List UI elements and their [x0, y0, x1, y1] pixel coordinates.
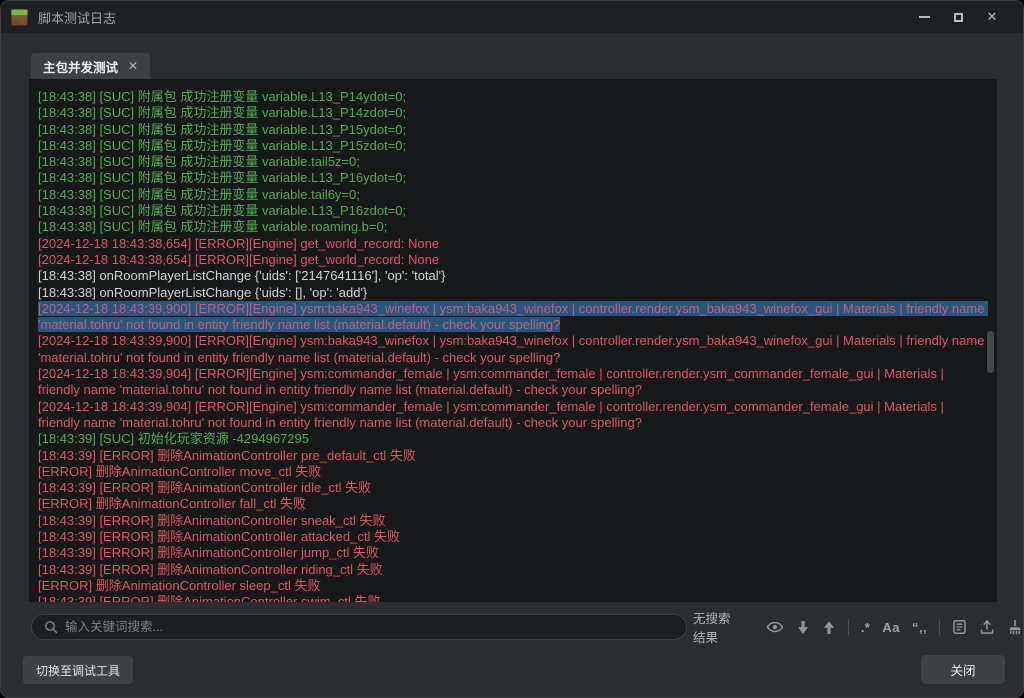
search-row: 无搜索结果 .* Aa “,, — [1, 607, 1023, 647]
log-line-text: [18:43:38] [SUC] 附属包 成功注册变量 variable.L13… — [38, 138, 406, 153]
tab-main-package-test[interactable]: 主包并发测试 ✕ — [31, 53, 150, 79]
eye-icon[interactable] — [766, 620, 784, 634]
log-line-text: [18:43:39] [ERROR] 删除AnimationController… — [38, 513, 386, 528]
close-dialog-button[interactable]: 关闭 — [921, 655, 1005, 684]
log-line-text: [2024-12-18 18:43:39,900] [ERROR][Engine… — [38, 301, 988, 332]
scrollbar-thumb[interactable] — [987, 331, 994, 373]
maximize-icon — [954, 13, 963, 22]
match-case-toggle[interactable]: Aa — [882, 620, 900, 635]
log-line[interactable]: [ERROR] 删除AnimationController fall_ctl 失… — [38, 496, 987, 512]
search-box[interactable] — [31, 614, 687, 640]
log-line[interactable]: [18:43:39] [ERROR] 删除AnimationController… — [38, 480, 987, 496]
close-icon: ✕ — [987, 9, 998, 25]
export-log-icon[interactable] — [979, 619, 995, 635]
search-icon — [44, 620, 58, 634]
minimize-icon — [919, 16, 930, 18]
log-line[interactable]: [18:43:38] [SUC] 附属包 成功注册变量 variable.L13… — [38, 122, 987, 138]
log-line[interactable]: [18:43:38] [SUC] 附属包 成功注册变量 variable.L13… — [38, 89, 987, 105]
tab-close-icon[interactable]: ✕ — [128, 59, 138, 73]
log-line[interactable]: [18:43:38] onRoomPlayerListChange {'uids… — [38, 268, 987, 284]
log-line-text: [2024-12-18 18:43:38,654] [ERROR][Engine… — [38, 236, 439, 251]
log-line-text: [18:43:39] [SUC] 初始化玩家资源 -4294967295 — [38, 431, 309, 446]
log-line[interactable]: [18:43:38] [SUC] 附属包 成功注册变量 variable.tai… — [38, 187, 987, 203]
window-controls: ✕ — [907, 3, 1009, 31]
log-line[interactable]: [2024-12-18 18:43:39,904] [ERROR][Engine… — [38, 366, 987, 399]
log-line[interactable]: [ERROR] 删除AnimationController move_ctl 失… — [38, 464, 987, 480]
log-line-text: [2024-12-18 18:43:39,904] [ERROR][Engine… — [38, 366, 948, 397]
log-line[interactable]: [18:43:38] [SUC] 附属包 成功注册变量 variable.tai… — [38, 154, 987, 170]
log-line-text: [18:43:39] [ERROR] 删除AnimationController… — [38, 545, 379, 560]
log-line-selected[interactable]: [2024-12-18 18:43:39,900] [ERROR][Engine… — [38, 301, 987, 334]
log-line-text: [18:43:38] [SUC] 附属包 成功注册变量 variable.L13… — [38, 122, 406, 137]
clear-log-broom-icon[interactable] — [1007, 619, 1023, 635]
log-line-text: [ERROR] 删除AnimationController move_ctl 失… — [38, 464, 321, 479]
log-line-text: [ERROR] 删除AnimationController fall_ctl 失… — [38, 496, 306, 511]
log-line-text: [2024-12-18 18:43:38,654] [ERROR][Engine… — [38, 252, 439, 267]
log-line[interactable]: [18:43:39] [ERROR] 删除AnimationController… — [38, 448, 987, 464]
log-line-text: [18:43:38] [SUC] 附属包 成功注册变量 variable.tai… — [38, 187, 360, 202]
log-line[interactable]: [18:43:38] [SUC] 附属包 成功注册变量 variable.L13… — [38, 170, 987, 186]
log-line[interactable]: [18:43:39] [ERROR] 删除AnimationController… — [38, 545, 987, 561]
search-result-status: 无搜索结果 — [693, 608, 742, 646]
log-line-text: [18:43:39] [ERROR] 删除AnimationController… — [38, 529, 400, 544]
log-line[interactable]: [18:43:39] [ERROR] 删除AnimationController… — [38, 529, 987, 545]
log-line[interactable]: [18:43:39] [ERROR] 删除AnimationController… — [38, 513, 987, 529]
log-line-text: [2024-12-18 18:43:39,900] [ERROR][Engine… — [38, 333, 988, 364]
switch-to-debug-tool-button[interactable]: 切换至调试工具 — [23, 656, 133, 684]
log-line[interactable]: [2024-12-18 18:43:38,654] [ERROR][Engine… — [38, 236, 987, 252]
maximize-button[interactable] — [941, 3, 975, 31]
log-line[interactable]: [18:43:39] [ERROR] 删除AnimationController… — [38, 594, 987, 602]
log-line[interactable]: [18:43:39] [SUC] 初始化玩家资源 -4294967295 — [38, 431, 987, 447]
prev-match-arrow-up-icon[interactable] — [822, 620, 836, 635]
regex-toggle[interactable]: .* — [861, 620, 871, 635]
log-line[interactable]: [2024-12-18 18:43:39,904] [ERROR][Engine… — [38, 399, 987, 432]
log-line-text: [18:43:38] [SUC] 附属包 成功注册变量 variable.roa… — [38, 219, 387, 234]
log-line-text: [18:43:38] onRoomPlayerListChange {'uids… — [38, 268, 446, 283]
log-line-text: [18:43:38] [SUC] 附属包 成功注册变量 variable.L13… — [38, 105, 406, 120]
log-line-text: [18:43:39] [ERROR] 删除AnimationController… — [38, 480, 371, 495]
whole-word-toggle[interactable]: “,, — [912, 620, 927, 635]
grass-block-app-icon — [11, 9, 28, 26]
search-toolbar: 无搜索结果 .* Aa “,, — [693, 614, 1023, 640]
log-line[interactable]: [18:43:38] [SUC] 附属包 成功注册变量 variable.L13… — [38, 203, 987, 219]
log-line[interactable]: [18:43:38] onRoomPlayerListChange {'uids… — [38, 285, 987, 301]
copy-log-document-icon[interactable] — [952, 619, 967, 635]
log-line[interactable]: [18:43:38] [SUC] 附属包 成功注册变量 variable.roa… — [38, 219, 987, 235]
log-line-text: [18:43:38] onRoomPlayerListChange {'uids… — [38, 285, 367, 300]
log-line-text: [18:43:39] [ERROR] 删除AnimationController… — [38, 594, 380, 602]
log-line-text: [2024-12-18 18:43:39,904] [ERROR][Engine… — [38, 399, 948, 430]
log-line-text: [18:43:38] [SUC] 附属包 成功注册变量 variable.L13… — [38, 203, 406, 218]
log-viewer-window: 脚本测试日志 ✕ 主包并发测试 ✕ [18:43:38] [SUC] 附属包 成… — [0, 0, 1024, 698]
log-line-text: [ERROR] 删除AnimationController sleep_ctl … — [38, 578, 320, 593]
search-input[interactable] — [65, 620, 674, 634]
tab-label: 主包并发测试 — [43, 57, 118, 76]
log-line-text: [18:43:38] [SUC] 附属包 成功注册变量 variable.L13… — [38, 89, 406, 104]
log-line[interactable]: [2024-12-18 18:43:39,900] [ERROR][Engine… — [38, 333, 987, 366]
toolbar-divider — [939, 619, 940, 635]
log-line-text: [18:43:38] [SUC] 附属包 成功注册变量 variable.L13… — [38, 170, 406, 185]
toolbar-divider — [848, 619, 849, 635]
next-match-arrow-down-icon[interactable] — [796, 620, 810, 635]
log-console[interactable]: [18:43:38] [SUC] 附属包 成功注册变量 variable.L13… — [29, 79, 997, 602]
window-title: 脚本测试日志 — [38, 8, 116, 27]
log-line-text: [18:43:39] [ERROR] 删除AnimationController… — [38, 562, 383, 577]
log-line-text: [18:43:39] [ERROR] 删除AnimationController… — [38, 448, 416, 463]
log-line[interactable]: [2024-12-18 18:43:38,654] [ERROR][Engine… — [38, 252, 987, 268]
log-line[interactable]: [18:43:38] [SUC] 附属包 成功注册变量 variable.L13… — [38, 138, 987, 154]
log-line[interactable]: [18:43:39] [ERROR] 删除AnimationController… — [38, 562, 987, 578]
log-line[interactable]: [ERROR] 删除AnimationController sleep_ctl … — [38, 578, 987, 594]
title-bar: 脚本测试日志 ✕ — [1, 1, 1023, 33]
log-line-text: [18:43:38] [SUC] 附属包 成功注册变量 variable.tai… — [38, 154, 360, 169]
minimize-button[interactable] — [907, 3, 941, 31]
log-line[interactable]: [18:43:38] [SUC] 附属包 成功注册变量 variable.L13… — [38, 105, 987, 121]
close-window-button[interactable]: ✕ — [975, 3, 1009, 31]
